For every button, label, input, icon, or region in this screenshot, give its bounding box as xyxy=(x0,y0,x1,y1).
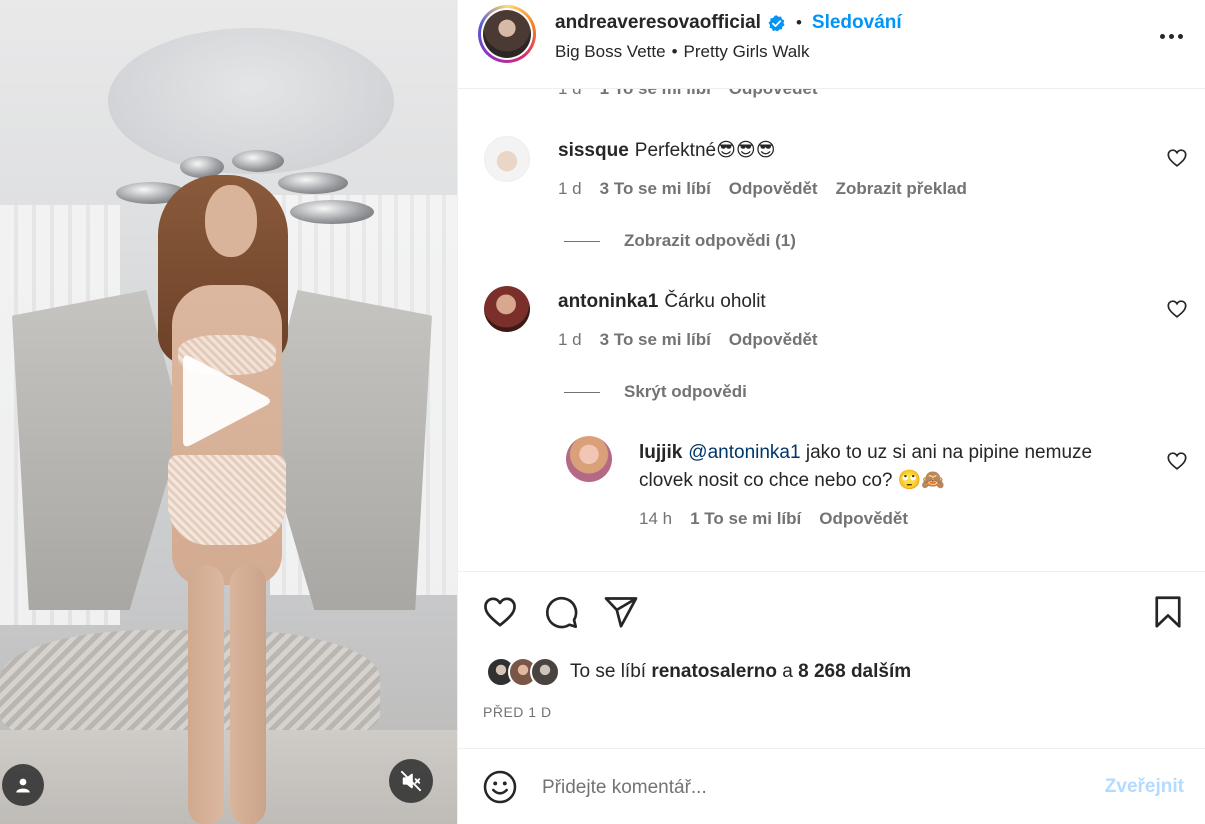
post-actions: To se líbí renatosalerno a 8 268 dalším … xyxy=(458,571,1205,748)
audio-track[interactable]: Pretty Girls Walk xyxy=(684,42,810,62)
view-replies-button[interactable]: Zobrazit odpovědi (1) xyxy=(564,231,796,251)
commenter-username[interactable]: sissque xyxy=(558,140,629,161)
more-icon xyxy=(1168,33,1174,39)
post-sidebar: andreaveresovaofficial • Sledování Big B… xyxy=(457,0,1205,824)
person xyxy=(150,175,300,824)
user-tag-button[interactable] xyxy=(2,764,44,806)
comment-text: Perfektné xyxy=(634,140,717,161)
comment-composer: Zveřejnit xyxy=(458,748,1205,824)
leg xyxy=(230,565,266,824)
comment-emoji: 😎😎😎 xyxy=(716,140,776,161)
reply-button[interactable]: Odpovědět xyxy=(729,330,818,350)
verified-icon xyxy=(768,14,785,31)
lamp-bulb xyxy=(290,200,374,224)
bookmark-icon[interactable] xyxy=(1150,594,1186,630)
mention-link[interactable]: @antoninka1 xyxy=(688,442,800,463)
play-icon[interactable] xyxy=(179,351,275,451)
likes-summary: To se líbí renatosalerno a 8 268 dalším xyxy=(486,655,911,689)
leg xyxy=(188,565,224,824)
heart-icon[interactable] xyxy=(1166,450,1188,472)
commenter-avatar[interactable] xyxy=(566,436,612,482)
more-icon xyxy=(1177,33,1183,39)
comment-time: 1 d xyxy=(558,89,582,99)
lingerie-bottom xyxy=(168,455,286,545)
replies-line xyxy=(564,391,600,393)
mute-icon xyxy=(400,770,422,792)
translate-button[interactable]: Zobrazit překlad xyxy=(836,179,967,199)
comment-likes[interactable]: 3 To se mi líbí xyxy=(600,330,711,350)
comment-meta-partial: 1 d 1 To se mi líbí Odpovědět xyxy=(558,89,818,99)
audio-artist[interactable]: Big Boss Vette xyxy=(555,42,666,62)
comment-meta: 14 h 1 To se mi líbí Odpovědět xyxy=(639,509,908,529)
comment-time: 1 d xyxy=(558,330,582,349)
author-avatar-image xyxy=(483,10,531,58)
comment-meta: 1 d 3 To se mi líbí Odpovědět Zobrazit p… xyxy=(558,179,967,199)
comment-time: 14 h xyxy=(639,509,673,528)
more-icon xyxy=(1159,33,1165,39)
likes-others[interactable]: 8 268 dalším xyxy=(798,661,911,683)
reply-button[interactable]: Odpovědět xyxy=(819,509,908,529)
comment-likes[interactable]: 1 To se mi líbí xyxy=(600,89,711,99)
replies-line xyxy=(564,240,600,242)
comment-text: Čárku oholit xyxy=(664,291,766,312)
liker-avatar xyxy=(530,657,560,687)
audio-info: Big Boss Vette • Pretty Girls Walk xyxy=(555,42,809,62)
commenter-username[interactable]: lujjik xyxy=(639,442,682,463)
commenter-avatar[interactable] xyxy=(484,286,530,332)
face xyxy=(205,185,257,257)
author-username[interactable]: andreaveresovaofficial xyxy=(555,12,761,34)
mute-button[interactable] xyxy=(389,759,433,803)
heart-icon[interactable] xyxy=(1166,147,1188,169)
comments-list[interactable]: 1 d 1 To se mi líbí Odpovědět sissquePer… xyxy=(458,89,1205,571)
share-icon[interactable] xyxy=(603,594,639,630)
user-tag-icon xyxy=(16,778,30,793)
follow-button[interactable]: Sledování xyxy=(812,12,902,34)
commenter-username[interactable]: antoninka1 xyxy=(558,291,658,312)
comment-icon[interactable] xyxy=(543,594,579,630)
comment-likes[interactable]: 1 To se mi líbí xyxy=(690,509,801,529)
publish-button[interactable]: Zveřejnit xyxy=(1105,776,1184,798)
audio-separator: • xyxy=(671,42,678,61)
emoji-icon[interactable] xyxy=(482,769,518,805)
comment-time: 1 d xyxy=(558,179,582,198)
hide-replies-label: Skrýt odpovědi xyxy=(624,382,747,401)
view-replies-label: Zobrazit odpovědi (1) xyxy=(624,231,796,250)
likes-prefix: To se líbí xyxy=(570,661,647,682)
post-timestamp[interactable]: PŘED 1 D xyxy=(483,704,552,720)
lamp-bulb xyxy=(232,150,284,172)
comment-input[interactable] xyxy=(542,771,1082,805)
reply-button[interactable]: Odpovědět xyxy=(729,179,818,199)
likes-conjunction: a xyxy=(782,661,793,682)
more-options-button[interactable] xyxy=(1156,24,1186,48)
post-header: andreaveresovaofficial • Sledování Big B… xyxy=(458,0,1205,89)
author-avatar[interactable] xyxy=(478,5,536,63)
reply-button[interactable]: Odpovědět xyxy=(729,89,818,99)
header-separator: • xyxy=(795,13,802,32)
comment-likes[interactable]: 3 To se mi líbí xyxy=(600,179,711,199)
commenter-avatar[interactable] xyxy=(484,136,530,182)
liker-avatars[interactable] xyxy=(486,655,564,689)
comment-meta: 1 d 3 To se mi líbí Odpovědět xyxy=(558,330,818,350)
post-media[interactable] xyxy=(0,0,457,824)
heart-icon[interactable] xyxy=(1166,298,1188,320)
heart-icon[interactable] xyxy=(482,594,518,630)
hide-replies-button[interactable]: Skrýt odpovědi xyxy=(564,382,747,402)
liker-username[interactable]: renatosalerno xyxy=(651,661,777,683)
